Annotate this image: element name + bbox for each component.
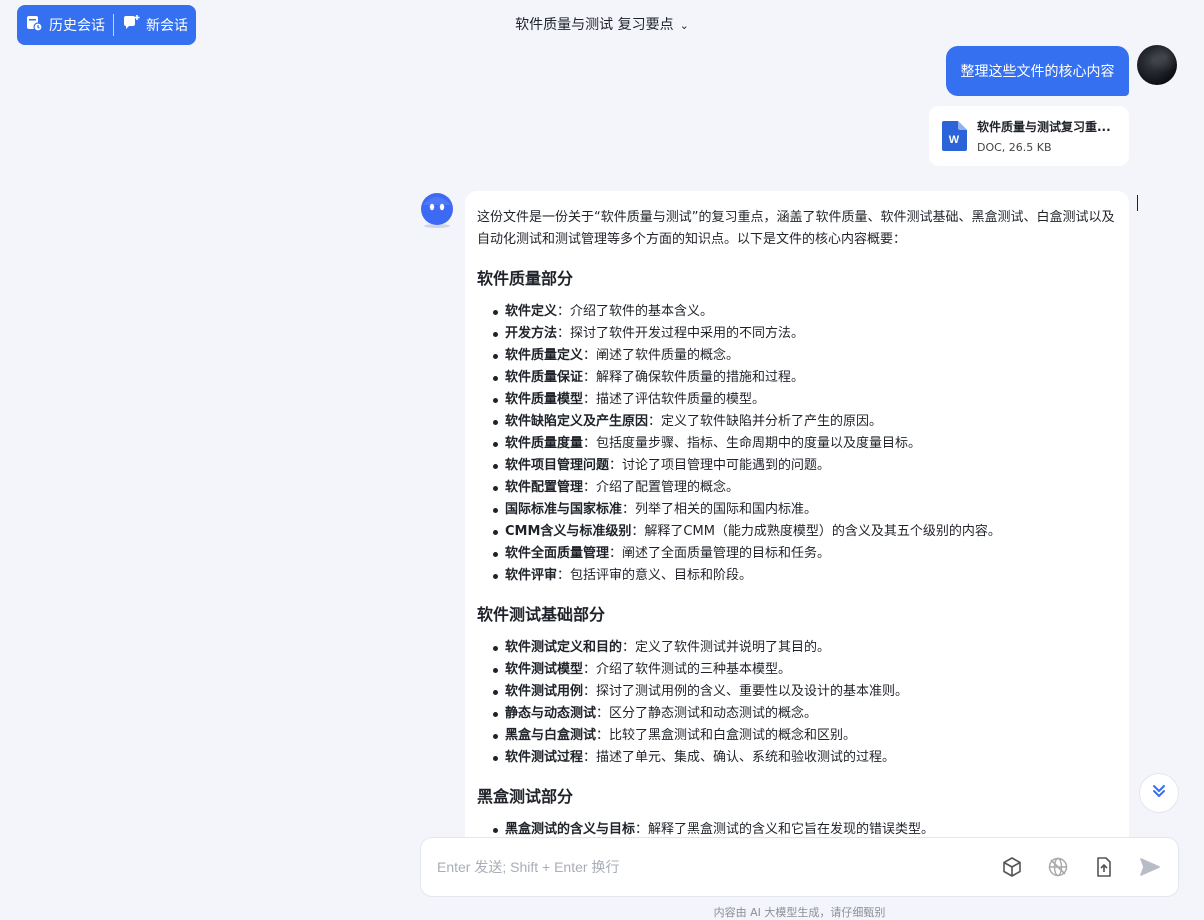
- item-term: 软件测试用例: [505, 684, 584, 699]
- bot-message: 这份文件是一份关于“软件质量与测试”的复习重点，涵盖了软件质量、软件测试基础、黑…: [465, 191, 1129, 891]
- item-term: 软件质量定义: [505, 348, 584, 363]
- item-desc: ：定义了软件测试并说明了其目的。: [622, 640, 831, 655]
- item-desc: ：解释了CMM（能力成熟度模型）的含义及其五个级别的内容。: [631, 524, 1001, 539]
- list-item: 软件质量定义：阐述了软件质量的概念。: [489, 345, 1117, 367]
- item-term: 国际标准与国家标准: [505, 502, 623, 517]
- item-term: 开发方法: [505, 326, 558, 341]
- input-tools: [1000, 855, 1162, 879]
- list-item: 黑盒与白盒测试：比较了黑盒测试和白盒测试的概念和区别。: [489, 725, 1117, 747]
- item-desc: ：解释了确保软件质量的措施和过程。: [583, 370, 805, 385]
- item-desc: ：介绍了配置管理的概念。: [583, 480, 740, 495]
- item-desc: ：区分了静态测试和动态测试的概念。: [596, 706, 818, 721]
- item-term: 软件定义: [505, 304, 558, 319]
- list-item: 软件测试过程：描述了单元、集成、确认、系统和验收测试的过程。: [489, 747, 1117, 769]
- user-message-text: 整理这些文件的核心内容: [960, 64, 1115, 80]
- section-heading: 软件质量部分: [477, 269, 574, 288]
- attached-file-card[interactable]: W 软件质量与测试复习重... DOC, 26.5 KB: [929, 106, 1129, 166]
- file-name: 软件质量与测试复习重...: [977, 120, 1111, 134]
- item-desc: ：包括评审的意义、目标和阶段。: [557, 568, 753, 583]
- section-list: 软件定义：介绍了软件的基本含义。 开发方法：探讨了软件开发过程中采用的不同方法。…: [477, 301, 1117, 587]
- item-term: 软件配置管理: [505, 480, 584, 495]
- item-desc: ：探讨了测试用例的含义、重要性以及设计的基本准则。: [583, 684, 909, 699]
- list-item: CMM含义与标准级别：解释了CMM（能力成熟度模型）的含义及其五个级别的内容。: [489, 521, 1117, 543]
- item-desc: ：阐述了软件质量的概念。: [583, 348, 740, 363]
- item-desc: ：探讨了软件开发过程中采用的不同方法。: [557, 326, 805, 341]
- list-item: 软件质量保证：解释了确保软件质量的措施和过程。: [489, 367, 1117, 389]
- item-desc: ：讨论了项目管理中可能遇到的问题。: [609, 458, 831, 473]
- web-search-icon[interactable]: [1046, 855, 1070, 879]
- item-term: 静态与动态测试: [505, 706, 597, 721]
- item-term: 黑盒测试的含义与目标: [505, 822, 636, 837]
- list-item: 软件测试模型：介绍了软件测试的三种基本模型。: [489, 659, 1117, 681]
- scroll-down-icon: [1150, 782, 1168, 804]
- user-message-bubble: 整理这些文件的核心内容: [946, 46, 1129, 96]
- chat-input-box: [420, 837, 1179, 897]
- list-item: 软件测试用例：探讨了测试用例的含义、重要性以及设计的基本准则。: [489, 681, 1117, 703]
- list-item: 软件定义：介绍了软件的基本含义。: [489, 301, 1117, 323]
- item-desc: ：列举了相关的国际和国内标准。: [622, 502, 818, 517]
- bot-intro: 这份文件是一份关于“软件质量与测试”的复习重点，涵盖了软件质量、软件测试基础、黑…: [477, 210, 1115, 247]
- item-desc: ：阐述了全面质量管理的目标和任务。: [609, 546, 831, 561]
- list-item: 国际标准与国家标准：列举了相关的国际和国内标准。: [489, 499, 1117, 521]
- conversation-title-text: 软件质量与测试 复习要点: [515, 17, 674, 33]
- item-desc: ：包括度量步骤、指标、生命周期中的度量以及度量目标。: [583, 436, 922, 451]
- list-item: 软件质量度量：包括度量步骤、指标、生命周期中的度量以及度量目标。: [489, 433, 1117, 455]
- section-heading: 软件测试基础部分: [477, 605, 606, 624]
- item-desc: ：描述了单元、集成、确认、系统和验收测试的过程。: [583, 750, 896, 765]
- list-item: 软件配置管理：介绍了配置管理的概念。: [489, 477, 1117, 499]
- list-item: 软件评审：包括评审的意义、目标和阶段。: [489, 565, 1117, 587]
- item-term: 软件全面质量管理: [505, 546, 610, 561]
- item-term: 软件测试模型: [505, 662, 584, 677]
- item-desc: ：介绍了软件的基本含义。: [557, 304, 714, 319]
- item-desc: ：描述了评估软件质量的模型。: [583, 392, 766, 407]
- item-term: 黑盒与白盒测试: [505, 728, 597, 743]
- cube-icon[interactable]: [1000, 855, 1024, 879]
- list-item: 开发方法：探讨了软件开发过程中采用的不同方法。: [489, 323, 1117, 345]
- item-term: 软件缺陷定义及产生原因: [505, 414, 649, 429]
- ai-disclaimer: 内容由 AI 大模型生成，请仔细甄别: [713, 906, 886, 919]
- section-heading: 黑盒测试部分: [477, 787, 574, 806]
- list-item: 软件项目管理问题：讨论了项目管理中可能遇到的问题。: [489, 455, 1117, 477]
- upload-file-icon[interactable]: [1092, 855, 1116, 879]
- list-item: 静态与动态测试：区分了静态测试和动态测试的概念。: [489, 703, 1117, 725]
- section-list: 软件测试定义和目的：定义了软件测试并说明了其目的。 软件测试模型：介绍了软件测试…: [477, 637, 1117, 769]
- item-desc: ：定义了软件缺陷并分析了产生的原因。: [648, 414, 883, 429]
- item-desc: ：比较了黑盒测试和白盒测试的概念和区别。: [596, 728, 857, 743]
- item-term: 软件测试定义和目的: [505, 640, 623, 655]
- item-term: 软件项目管理问题: [505, 458, 610, 473]
- list-item: 软件质量模型：描述了评估软件质量的模型。: [489, 389, 1117, 411]
- item-desc: ：介绍了软件测试的三种基本模型。: [583, 662, 792, 677]
- word-file-icon: W: [941, 121, 967, 151]
- list-item: 软件测试定义和目的：定义了软件测试并说明了其目的。: [489, 637, 1117, 659]
- chat-input[interactable]: [437, 859, 1000, 875]
- conversation-title[interactable]: 软件质量与测试 复习要点 ⌄: [0, 14, 1204, 34]
- item-term: 软件质量模型: [505, 392, 584, 407]
- list-item: 软件全面质量管理：阐述了全面质量管理的目标和任务。: [489, 543, 1117, 565]
- item-desc: ：解释了黑盒测试的含义和它旨在发现的错误类型。: [635, 822, 935, 837]
- chevron-down-icon: ⌄: [679, 19, 689, 32]
- item-term: 软件测试过程: [505, 750, 584, 765]
- file-meta: 软件质量与测试复习重... DOC, 26.5 KB: [977, 118, 1117, 154]
- file-size: DOC, 26.5 KB: [977, 141, 1052, 154]
- list-item: 软件缺陷定义及产生原因：定义了软件缺陷并分析了产生的原因。: [489, 411, 1117, 433]
- item-term: 软件质量保证: [505, 370, 584, 385]
- send-icon[interactable]: [1138, 855, 1162, 879]
- item-term: 软件评审: [505, 568, 558, 583]
- text-cursor: [1137, 195, 1138, 211]
- bot-avatar-icon: [419, 193, 455, 229]
- svg-text:W: W: [949, 134, 960, 146]
- item-term: CMM含义与标准级别: [505, 524, 632, 539]
- user-avatar: [1137, 45, 1177, 85]
- item-term: 软件质量度量: [505, 436, 584, 451]
- scroll-down-button[interactable]: [1139, 773, 1179, 813]
